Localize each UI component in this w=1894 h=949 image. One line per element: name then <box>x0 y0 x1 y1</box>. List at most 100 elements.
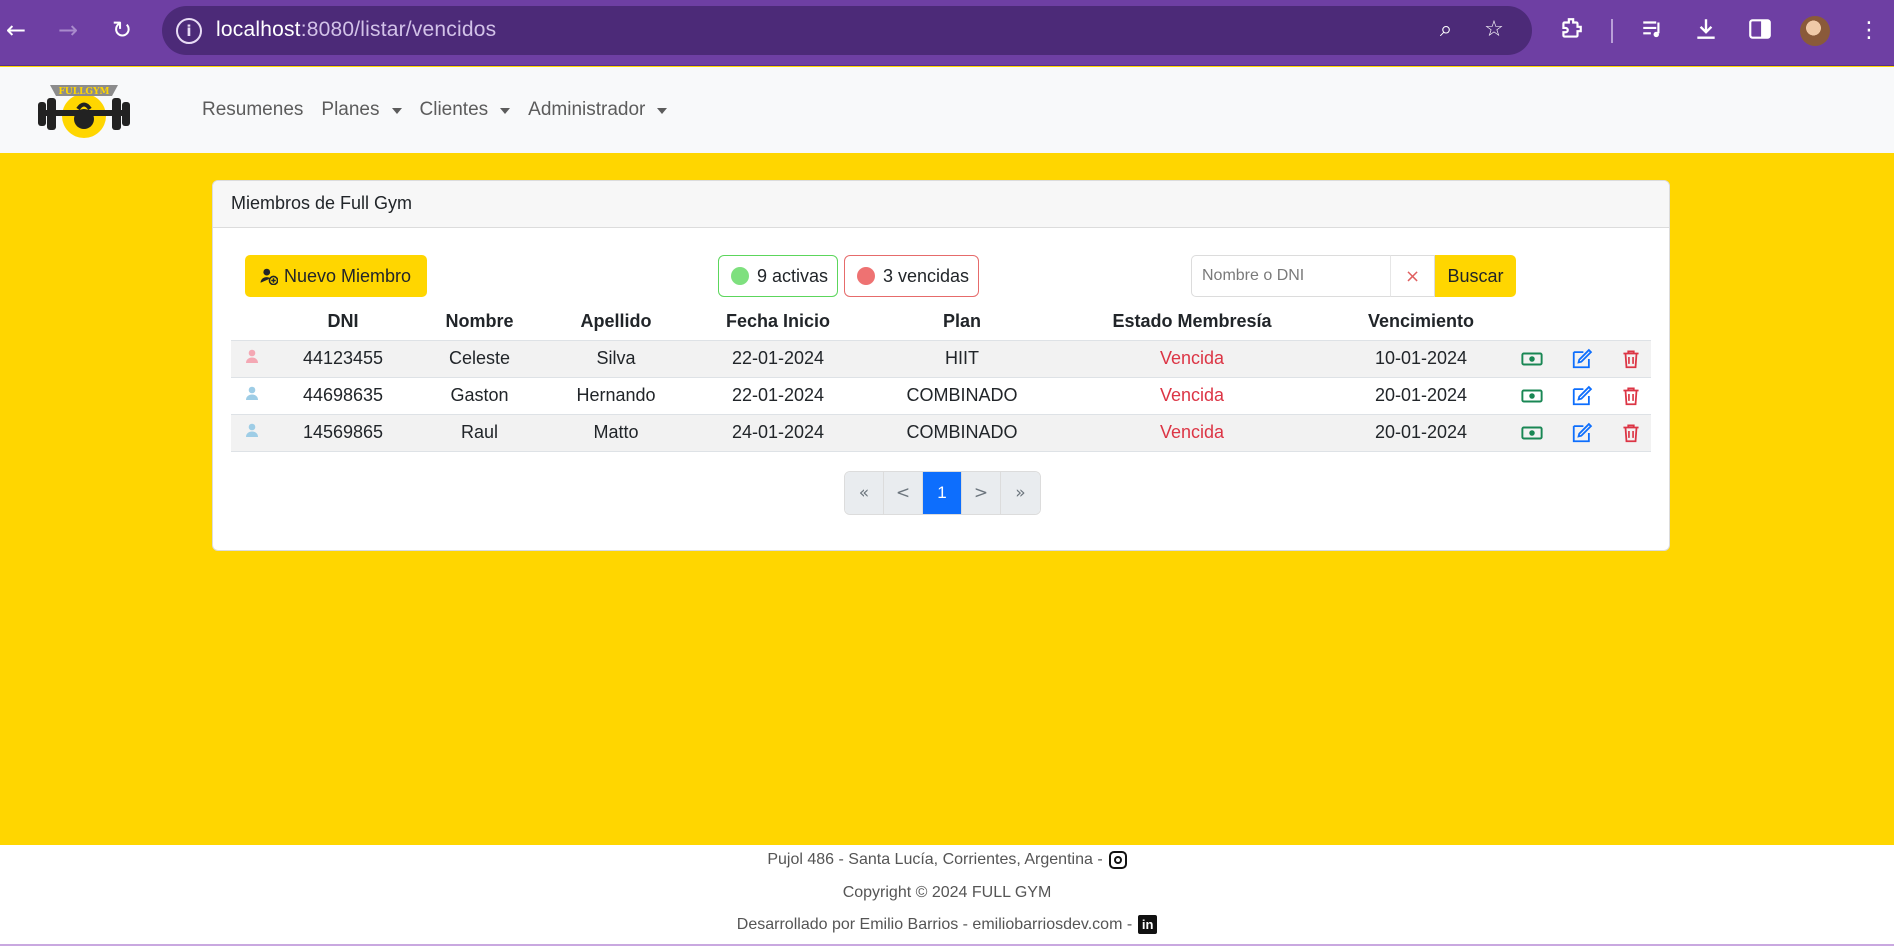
footer-divider <box>0 944 1894 946</box>
app-navbar: FULLGYM Resumenes Planes Clientes Admini… <box>0 67 1894 153</box>
male-user-icon <box>231 376 273 414</box>
instagram-icon[interactable] <box>1108 851 1127 869</box>
column-header-fecha-inicio[interactable]: Fecha Inicio <box>686 303 870 340</box>
url-text[interactable]: localhost:8080/listar/vencidos <box>216 18 496 42</box>
cell-nombre: Gaston <box>413 376 546 414</box>
cell-apellido: Silva <box>546 339 686 377</box>
footer-developer-line: Desarrollado por Emilio Barrios - emilio… <box>0 915 1894 934</box>
new-member-button[interactable]: Nuevo Miembro <box>245 255 427 297</box>
forward-arrow-icon[interactable]: → <box>52 14 84 46</box>
url-path: :8080/listar/vencidos <box>300 18 497 41</box>
caret-down-icon <box>657 108 668 114</box>
active-dot-icon <box>731 267 749 285</box>
delete-trash-icon[interactable] <box>1620 385 1642 407</box>
female-user-icon <box>231 339 273 377</box>
page-footer: Pujol 486 - Santa Lucía, Corrientes, Arg… <box>0 845 1894 949</box>
cell-apellido: Hernando <box>546 376 686 414</box>
page-first-button[interactable]: « <box>845 472 884 514</box>
footer-address-line: Pujol 486 - Santa Lucía, Corrientes, Arg… <box>0 851 1894 869</box>
nav-administrador-dropdown[interactable]: Administrador <box>528 99 668 121</box>
zoom-icon[interactable]: ⌕ <box>1432 16 1460 44</box>
search-button[interactable]: Buscar <box>1435 255 1516 297</box>
edit-icon[interactable] <box>1571 348 1593 370</box>
column-header-actions <box>1512 303 1651 340</box>
male-user-icon <box>231 413 273 452</box>
cell-plan: COMBINADO <box>870 376 1054 414</box>
cell-dni: 44698635 <box>273 376 413 414</box>
cell-fecha-inicio: 22-01-2024 <box>686 339 870 377</box>
cell-vencimiento: 20-01-2024 <box>1330 376 1512 414</box>
nav-planes-dropdown[interactable]: Planes <box>321 99 402 121</box>
nav-resumenes[interactable]: Resumenes <box>202 99 303 121</box>
clear-search-button[interactable]: × <box>1390 255 1435 297</box>
column-header-plan[interactable]: Plan <box>870 303 1054 340</box>
profile-avatar[interactable] <box>1800 16 1830 46</box>
column-header-dni[interactable]: DNI <box>273 303 413 340</box>
cell-estado: Vencida <box>1054 339 1330 377</box>
pay-cash-icon[interactable] <box>1521 348 1544 370</box>
delete-trash-icon[interactable] <box>1620 422 1642 444</box>
page-next-button[interactable]: > <box>962 472 1001 514</box>
extensions-icon[interactable] <box>1556 16 1586 46</box>
pagination: « < 1 > » <box>844 471 1041 515</box>
pay-cash-icon[interactable] <box>1521 422 1544 444</box>
site-info-icon[interactable]: i <box>176 18 202 44</box>
cell-fecha-inicio: 22-01-2024 <box>686 376 870 414</box>
cell-nombre: Celeste <box>413 339 546 377</box>
cell-apellido: Matto <box>546 413 686 452</box>
column-header-apellido[interactable]: Apellido <box>546 303 686 340</box>
search-group: × Buscar <box>1191 255 1516 297</box>
row-actions <box>1512 413 1651 452</box>
linkedin-icon[interactable]: in <box>1138 915 1158 934</box>
url-host: localhost <box>216 18 301 41</box>
reload-icon[interactable]: ↻ <box>106 14 138 46</box>
expired-members-filter[interactable]: 3 vencidas <box>844 255 979 297</box>
column-header-vencimiento[interactable]: Vencimiento <box>1330 303 1512 340</box>
nav-clientes-dropdown[interactable]: Clientes <box>420 99 511 121</box>
toolbar-separator <box>1611 19 1613 43</box>
delete-trash-icon[interactable] <box>1620 348 1642 370</box>
gym-logo[interactable]: FULLGYM <box>36 82 132 140</box>
edit-icon[interactable] <box>1571 422 1593 444</box>
logo-text: FULLGYM <box>59 87 110 97</box>
footer-developer: Desarrollado por Emilio Barrios - emilio… <box>736 915 1133 933</box>
new-member-label: Nuevo Miembro <box>284 265 412 286</box>
address-bar[interactable]: i localhost:8080/listar/vencidos ⌕ ☆ <box>162 6 1532 55</box>
search-input[interactable] <box>1191 255 1390 297</box>
menu-icon[interactable]: ⋮ <box>1854 16 1884 46</box>
bookmark-star-icon[interactable]: ☆ <box>1480 16 1508 44</box>
media-icon[interactable] <box>1638 16 1668 46</box>
table-row: 44123455 Celeste Silva 22-01-2024 HIIT V… <box>231 339 1651 377</box>
footer-copyright: Copyright © 2024 FULL GYM <box>842 884 1052 901</box>
browser-toolbar: ← → ↻ i localhost:8080/listar/vencidos ⌕… <box>0 0 1894 66</box>
edit-icon[interactable] <box>1571 385 1593 407</box>
pay-cash-icon[interactable] <box>1521 385 1544 407</box>
nav-administrador-label: Administrador <box>528 99 646 120</box>
cell-estado: Vencida <box>1054 376 1330 414</box>
page-current-button[interactable]: 1 <box>923 472 962 514</box>
active-members-filter[interactable]: 9 activas <box>718 255 838 297</box>
main-nav: Resumenes Planes Clientes Administrador <box>202 67 668 153</box>
expired-count-label: 3 vencidas <box>883 265 970 286</box>
column-header-icon <box>231 303 273 340</box>
table-header-row: DNI Nombre Apellido Fecha Inicio Plan Es… <box>231 303 1651 340</box>
page-last-button[interactable]: » <box>1001 472 1040 514</box>
download-icon[interactable] <box>1691 16 1721 46</box>
expired-dot-icon <box>857 267 875 285</box>
footer-copyright-line: Copyright © 2024 FULL GYM <box>0 884 1894 902</box>
row-actions <box>1512 339 1651 377</box>
nav-resumenes-label: Resumenes <box>202 99 304 120</box>
caret-down-icon <box>391 108 402 114</box>
cell-vencimiento: 10-01-2024 <box>1330 339 1512 377</box>
table-row: 14569865 Raul Matto 24-01-2024 COMBINADO… <box>231 413 1651 452</box>
side-panel-icon[interactable] <box>1745 16 1775 46</box>
column-header-nombre[interactable]: Nombre <box>413 303 546 340</box>
cell-plan: COMBINADO <box>870 413 1054 452</box>
column-header-estado[interactable]: Estado Membresía <box>1054 303 1330 340</box>
row-actions <box>1512 376 1651 414</box>
nav-planes-label: Planes <box>321 99 380 120</box>
cell-dni: 14569865 <box>273 413 413 452</box>
card-title: Miembros de Full Gym <box>213 181 1669 228</box>
back-arrow-icon[interactable]: ← <box>0 14 32 46</box>
page-prev-button[interactable]: < <box>884 472 923 514</box>
